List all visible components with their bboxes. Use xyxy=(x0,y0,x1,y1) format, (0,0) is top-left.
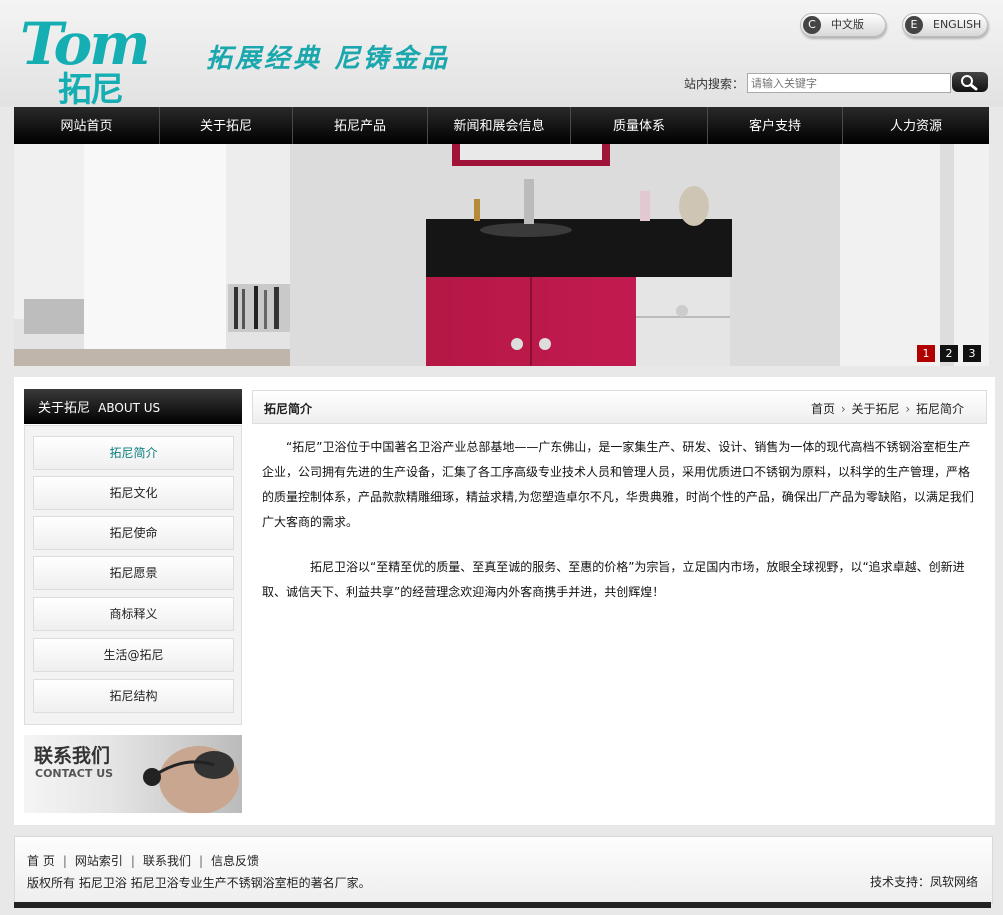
sidebar-header: 关于拓尼 ABOUT US xyxy=(24,389,242,424)
footer-links: 首 页 | 网站索引 | 联系我们 | 信息反馈 xyxy=(27,852,259,869)
site-footer: 首 页 | 网站索引 | 联系我们 | 信息反馈 版权所有 拓尼卫浴 拓尼卫浴专业生产不锈钢… xyxy=(14,836,993,904)
footer-link-contact[interactable]: 联系我们 xyxy=(143,854,191,868)
sidebar-item-trademark[interactable]: 商标释义 xyxy=(33,597,234,631)
sidebar-item-life[interactable]: 生活@拓尼 xyxy=(33,638,234,672)
contact-title-cn: 联系我们 xyxy=(34,745,111,767)
slogan: 拓展经典 尼铸金品 xyxy=(206,44,451,74)
slide-pager: 1 2 3 xyxy=(917,345,981,362)
page-title: 拓尼简介 xyxy=(264,402,313,416)
slide-dot-2[interactable]: 2 xyxy=(940,345,958,362)
intro-paragraph-1: “拓尼”卫浴位于中国著名卫浴产业总部基地——广东佛山，是一家集生产、研发、设计、… xyxy=(262,440,974,529)
copyright-text: 版权所有 拓尼卫浴 拓尼卫浴专业生产不锈钢浴室柜的著名厂家。 xyxy=(27,876,371,890)
nav-item-support[interactable]: 客户支持 xyxy=(708,107,843,144)
nav-item-quality[interactable]: 质量体系 xyxy=(571,107,708,144)
breadcrumb-about[interactable]: 关于拓尼 xyxy=(852,402,900,416)
chinese-language-button[interactable]: C 中文版 xyxy=(800,13,886,37)
chinese-badge-icon: C xyxy=(803,16,821,34)
search-input[interactable] xyxy=(747,73,951,93)
sidebar-item-structure[interactable]: 拓尼结构 xyxy=(33,679,234,713)
footer-link-feedback[interactable]: 信息反馈 xyxy=(211,854,259,868)
content-area: 关于拓尼 ABOUT US 拓尼简介 拓尼文化 拓尼使命 拓尼愿景 商标释义 生… xyxy=(14,377,995,825)
nav-item-hr[interactable]: 人力资源 xyxy=(843,107,989,144)
english-language-button[interactable]: E ENGLISH xyxy=(902,13,988,37)
logo[interactable]: Tom 拓尼 xyxy=(20,14,170,110)
contact-us-banner[interactable]: 联系我们 CONTACT US xyxy=(24,735,242,813)
slide-dot-1[interactable]: 1 xyxy=(917,345,935,362)
breadcrumb-home[interactable]: 首页 xyxy=(811,402,835,416)
nav-item-about[interactable]: 关于拓尼 xyxy=(160,107,293,144)
intro-paragraph-2: 拓尼卫浴以“至精至优的质量、至真至诚的服务、至惠的价格”为宗旨，立足国内市场，放… xyxy=(262,560,965,599)
search-button[interactable] xyxy=(952,72,988,92)
sidebar-menu: 拓尼简介 拓尼文化 拓尼使命 拓尼愿景 商标释义 生活@拓尼 拓尼结构 xyxy=(24,425,242,725)
sidebar-item-culture[interactable]: 拓尼文化 xyxy=(33,476,234,510)
sidebar-item-vision[interactable]: 拓尼愿景 xyxy=(33,556,234,590)
divider: | xyxy=(198,854,203,868)
breadcrumb: 首页 › 关于拓尼 › 拓尼简介 xyxy=(811,400,964,417)
nav-item-products[interactable]: 拓尼产品 xyxy=(293,107,428,144)
nav-item-news[interactable]: 新闻和展会信息 xyxy=(428,107,571,144)
breadcrumb-current: 拓尼简介 xyxy=(915,402,964,416)
slide-dot-3[interactable]: 3 xyxy=(963,345,981,362)
chevron-right-icon: › xyxy=(840,402,846,416)
banner-slideshow[interactable]: 1 2 3 xyxy=(14,144,989,366)
search-label: 站内搜索： xyxy=(684,77,745,91)
divider: | xyxy=(62,854,67,868)
sidebar-item-mission[interactable]: 拓尼使命 xyxy=(33,516,234,550)
footer-link-sitemap[interactable]: 网站索引 xyxy=(75,854,123,868)
sidebar-title-en: ABOUT US xyxy=(98,401,161,415)
contact-title-en: CONTACT US xyxy=(35,767,114,780)
site-header: Tom 拓尼 拓展经典 尼铸金品 C 中文版 E ENGLISH 站内搜索： xyxy=(0,0,1003,110)
chevron-right-icon: › xyxy=(905,402,911,416)
sidebar-title-cn: 关于拓尼 xyxy=(38,401,91,416)
tech-support-text: 技术支持：凤软网络 xyxy=(869,875,978,889)
logo-text: 拓尼 xyxy=(58,70,124,110)
chinese-label: 中文版 xyxy=(831,18,864,31)
search-icon xyxy=(961,75,978,91)
main-header: 拓尼简介 首页 › 关于拓尼 › 拓尼简介 xyxy=(252,390,987,424)
nav-item-home[interactable]: 网站首页 xyxy=(14,107,160,144)
english-label: ENGLISH xyxy=(933,18,982,31)
footer-bar xyxy=(14,902,991,908)
main-nav: 网站首页 关于拓尼 拓尼产品 新闻和展会信息 质量体系 客户支持 人力资源 xyxy=(14,107,989,144)
english-badge-icon: E xyxy=(905,16,923,34)
sidebar-item-profile[interactable]: 拓尼简介 xyxy=(33,436,234,470)
banner-image xyxy=(14,144,989,366)
footer-link-home[interactable]: 首 页 xyxy=(27,854,55,868)
divider: | xyxy=(130,854,135,868)
